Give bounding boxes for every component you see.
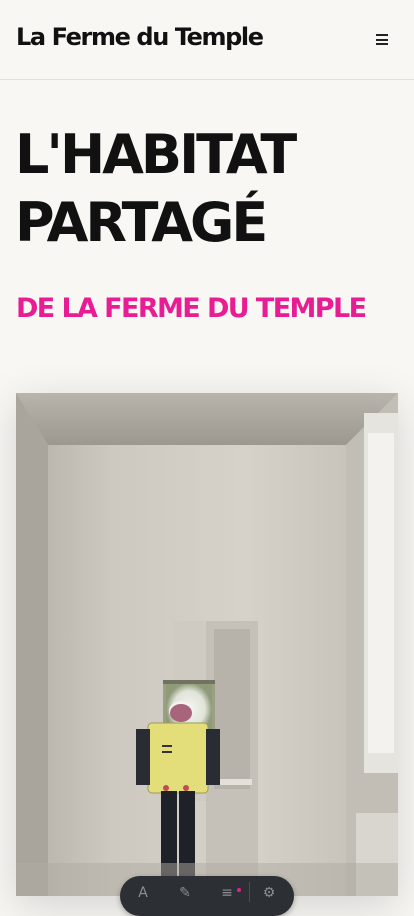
- hero-title: L'HABITAT PARTAGÉ: [15, 121, 297, 257]
- toolbar-divider: [249, 882, 250, 902]
- notification-dot: [237, 888, 241, 892]
- settings-icon[interactable]: ⚙: [260, 886, 278, 900]
- text-icon[interactable]: A: [134, 886, 152, 900]
- photo-illustration: [16, 393, 398, 896]
- hamburger-icon-bar: [376, 43, 388, 45]
- floating-toolbar: A ✎ ≡ ⚙: [120, 876, 294, 916]
- hero-subtitle: DE LA FERME DU TEMPLE: [16, 293, 367, 324]
- hamburger-icon-bar: [376, 38, 388, 41]
- hero-photo: [16, 393, 398, 896]
- hero-title-line: PARTAGÉ: [15, 191, 268, 254]
- menu-button[interactable]: [376, 34, 388, 45]
- hamburger-icon-bar: [376, 34, 388, 36]
- lines-icon[interactable]: ≡: [218, 886, 236, 900]
- site-header: La Ferme du Temple: [0, 0, 414, 80]
- site-title[interactable]: La Ferme du Temple: [16, 23, 264, 51]
- hero-title-line: L'HABITAT: [15, 123, 297, 186]
- pen-icon[interactable]: ✎: [176, 886, 194, 900]
